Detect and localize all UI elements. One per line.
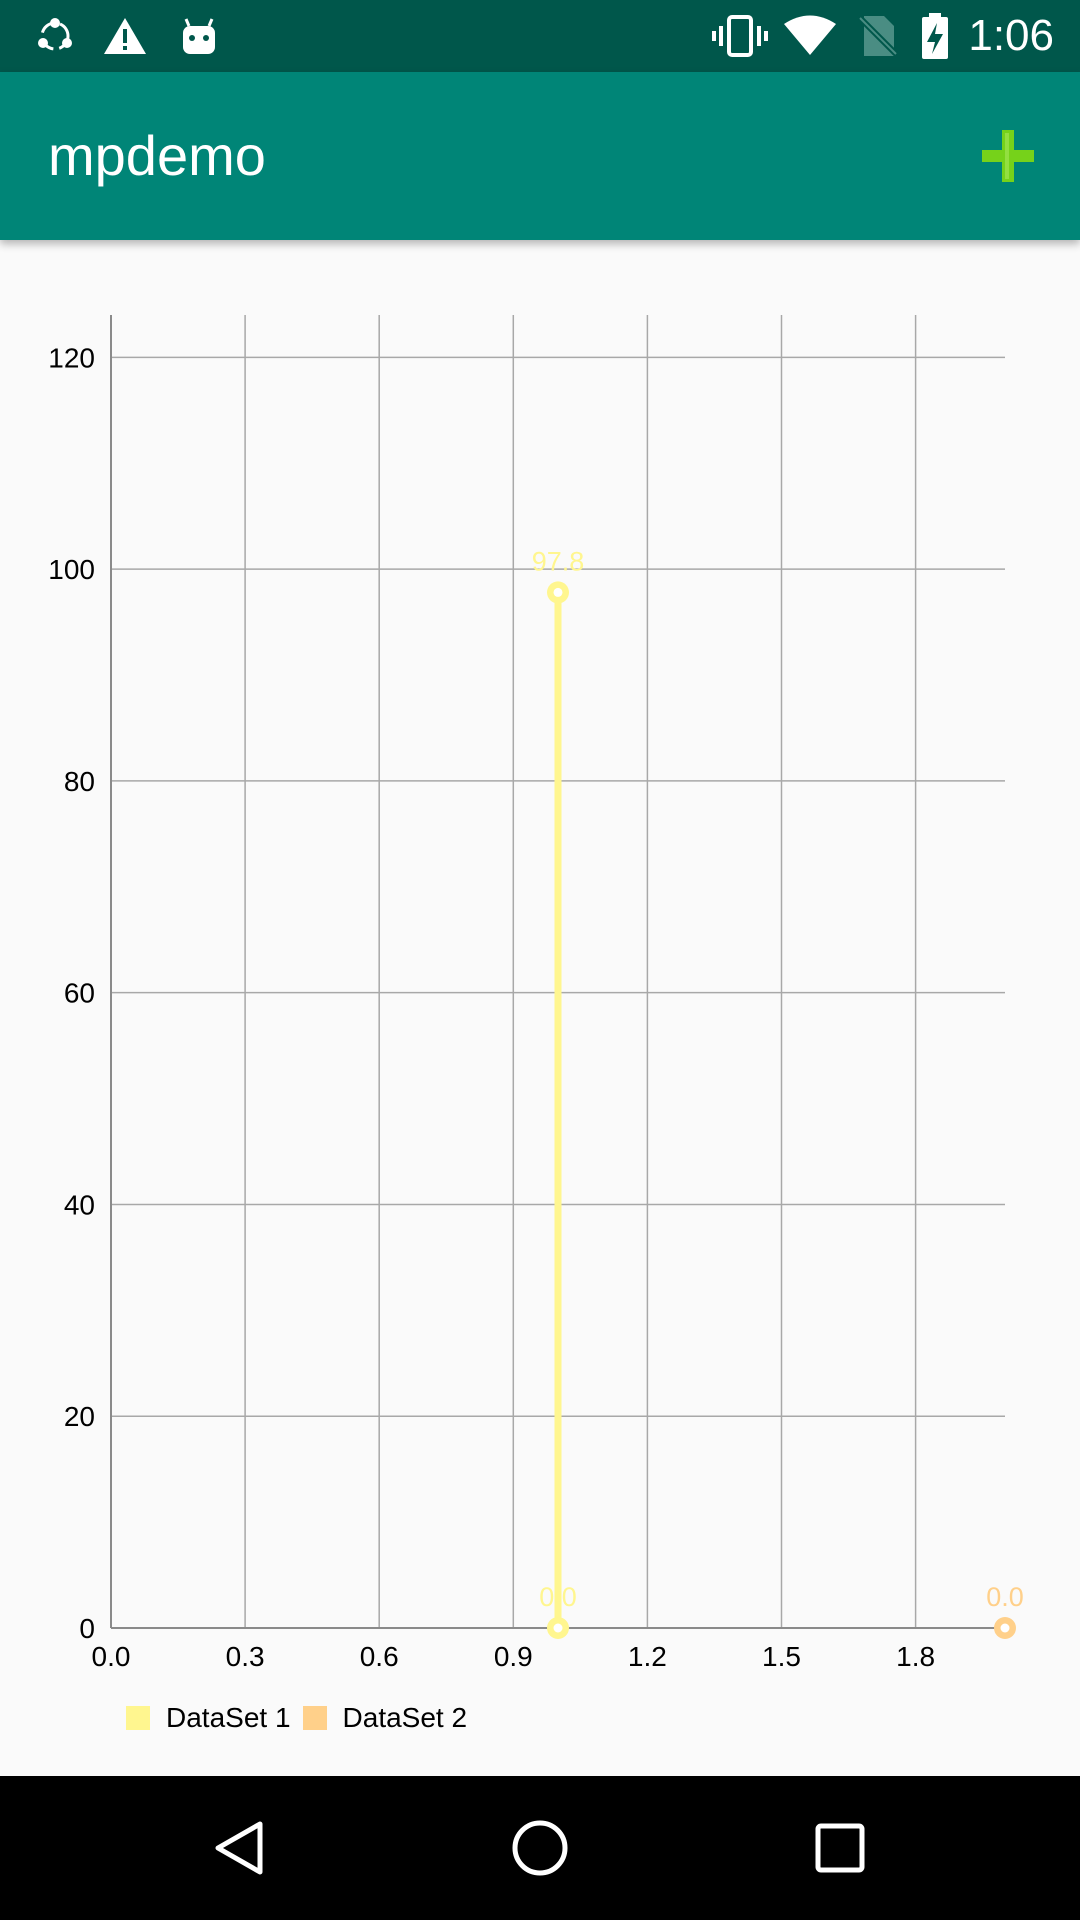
- line-chart[interactable]: 0.0 0.3 0.6 0.9 1.2 1.5 1.8 0 20 40 60 80 100 120 0.0 9…: [0, 240, 1080, 1776]
- y-tick-label: 120: [48, 342, 95, 373]
- battery-charging-icon: [918, 0, 952, 72]
- legend-label: DataSet 1: [166, 1702, 291, 1733]
- legend-swatch: [302, 1706, 327, 1730]
- legend-label: DataSet 2: [342, 1702, 468, 1733]
- x-tick-label: 0.6: [360, 1641, 399, 1672]
- legend-item-dataset-2: DataSet 2: [302, 1702, 468, 1734]
- data-label: 0.0: [986, 1582, 1024, 1612]
- y-tick-label: 100: [48, 554, 95, 585]
- legend-swatch: [126, 1706, 150, 1730]
- vibrate-icon: [712, 0, 768, 72]
- status-bar: 1:06: [0, 0, 1080, 72]
- back-icon: [215, 1821, 263, 1875]
- x-tick-label: 0.3: [226, 1641, 265, 1672]
- x-tick-label: 0.9: [494, 1641, 533, 1672]
- x-tick-label: 0.0: [92, 1641, 131, 1672]
- y-tick-label: 20: [64, 1401, 95, 1432]
- home-button[interactable]: [468, 1776, 612, 1920]
- y-tick-label: 0: [79, 1613, 95, 1644]
- chart-plot: 0.0 0.3 0.6 0.9 1.2 1.5 1.8 0 20 40 60 80 100 120 0.0 9…: [48, 315, 1024, 1672]
- legend-item-dataset-1: DataSet 1: [126, 1702, 291, 1734]
- y-tick-label: 60: [64, 978, 95, 1009]
- app-title: mpdemo: [48, 124, 266, 187]
- recents-button[interactable]: [768, 1776, 912, 1920]
- app-bar: mpdemo: [0, 72, 1080, 240]
- navigation-bar: [0, 1776, 1080, 1920]
- recents-icon: [815, 1823, 865, 1873]
- back-button[interactable]: [168, 1776, 312, 1920]
- y-tick-label: 40: [64, 1189, 95, 1220]
- data-point-hole: [553, 587, 563, 597]
- add-button[interactable]: [972, 120, 1044, 192]
- android-icon: [174, 0, 224, 72]
- add-icon: [982, 130, 1034, 182]
- data-point-hole: [553, 1623, 563, 1633]
- chart-legend: DataSet 1 DataSet 2: [126, 1698, 479, 1738]
- sync-icon: [30, 0, 80, 72]
- status-time: 1:06: [968, 11, 1054, 60]
- x-tick-label: 1.2: [628, 1641, 667, 1672]
- home-icon: [512, 1820, 568, 1876]
- no-sim-icon: [856, 0, 900, 72]
- wifi-icon: [780, 0, 840, 72]
- warning-icon: [100, 0, 150, 72]
- x-tick-label: 1.8: [896, 1641, 935, 1672]
- x-tick-label: 1.5: [762, 1641, 801, 1672]
- data-label: 0.0: [539, 1582, 577, 1612]
- data-point-hole: [1000, 1623, 1010, 1633]
- y-tick-label: 80: [64, 766, 95, 797]
- data-label: 97.8: [532, 546, 585, 576]
